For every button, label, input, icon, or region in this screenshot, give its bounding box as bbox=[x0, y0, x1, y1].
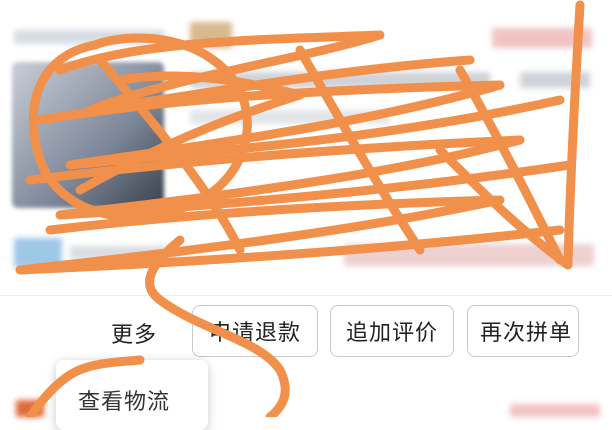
total-price-blurred bbox=[344, 244, 594, 266]
more-menu-popup: 查看物流 bbox=[56, 360, 208, 430]
product-title-blurred bbox=[190, 72, 490, 88]
footer-icon-blurred bbox=[14, 238, 62, 268]
shop-name-blurred bbox=[14, 30, 164, 44]
next-order-icon-blurred bbox=[16, 400, 44, 417]
shop-badge-blurred bbox=[190, 22, 232, 48]
order-status-blurred bbox=[492, 28, 592, 48]
product-price-blurred bbox=[520, 72, 590, 88]
product-spec-blurred bbox=[190, 110, 390, 124]
order-card[interactable] bbox=[0, 0, 612, 295]
more-button[interactable]: 更多 bbox=[88, 308, 180, 358]
view-logistics-menu-item[interactable]: 查看物流 bbox=[78, 384, 170, 416]
card-divider bbox=[0, 295, 612, 296]
apply-refund-button[interactable]: 申请退款 bbox=[192, 305, 318, 357]
footer-info-blurred bbox=[70, 246, 180, 260]
add-review-button[interactable]: 追加评价 bbox=[330, 305, 454, 357]
rebuy-group-button[interactable]: 再次拼单 bbox=[467, 305, 579, 357]
product-thumbnail[interactable] bbox=[12, 62, 164, 208]
next-order-status-blurred bbox=[510, 404, 600, 417]
